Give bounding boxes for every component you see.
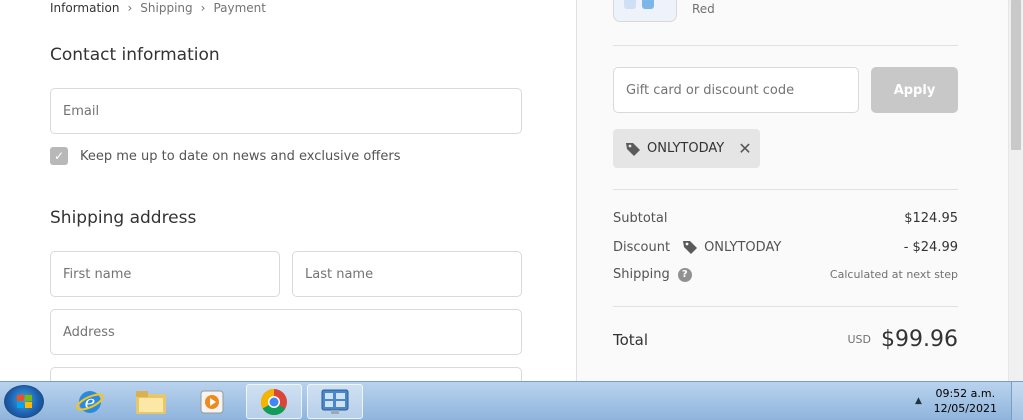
product-image-part bbox=[642, 0, 654, 9]
media-player-icon[interactable] bbox=[184, 384, 240, 419]
divider bbox=[613, 189, 958, 190]
product-variant: Red bbox=[692, 2, 715, 16]
clock[interactable]: 09:52 a.m. 12/05/2021 bbox=[934, 386, 997, 416]
product-image-part bbox=[624, 0, 636, 9]
shipping-value: Calculated at next step bbox=[829, 268, 958, 281]
discount-label: Discount bbox=[613, 239, 671, 255]
shipping-title: Shipping address bbox=[50, 208, 197, 228]
tag-icon bbox=[683, 241, 698, 254]
scrollbar-thumb[interactable] bbox=[1011, 0, 1021, 150]
triangle-up-icon[interactable]: ▲ bbox=[915, 396, 922, 406]
discount-value: - $24.99 bbox=[903, 239, 958, 255]
total-currency: USD bbox=[847, 333, 872, 346]
question-icon[interactable]: ? bbox=[677, 267, 692, 282]
shipping-row: Shipping ? Calculated at next step bbox=[613, 267, 958, 282]
email-field[interactable]: Email bbox=[50, 88, 522, 134]
applied-code-label: ONLYTODAY bbox=[647, 141, 725, 156]
apply-button[interactable]: Apply bbox=[871, 67, 958, 113]
subtotal-row: Subtotal $124.95 bbox=[613, 211, 958, 226]
breadcrumb-payment[interactable]: Payment bbox=[213, 1, 266, 15]
subtotal-value: $124.95 bbox=[904, 211, 958, 226]
divider bbox=[613, 45, 958, 46]
close-icon[interactable]: ✕ bbox=[738, 139, 751, 158]
newsletter-checkbox[interactable]: ✓ bbox=[50, 147, 68, 165]
discount-code-placeholder: Gift card or discount code bbox=[626, 82, 795, 98]
internet-explorer-icon[interactable]: e bbox=[62, 384, 118, 419]
product-thumbnail bbox=[613, 0, 677, 22]
clock-time: 09:52 a.m. bbox=[935, 387, 996, 400]
clock-date: 12/05/2021 bbox=[933, 402, 997, 415]
windows-taskbar: e ▲ 09:52 a.m. 12/05/2021 bbox=[0, 381, 1023, 420]
applied-discount-chip: ONLYTODAY ✕ bbox=[613, 129, 760, 168]
show-desktop-button[interactable] bbox=[1011, 382, 1023, 420]
last-name-field[interactable]: Last name bbox=[292, 251, 522, 297]
start-button[interactable] bbox=[4, 385, 44, 418]
newsletter-row[interactable]: ✓ Keep me up to date on news and exclusi… bbox=[50, 147, 400, 165]
discount-row: Discount ONLYTODAY - $24.99 bbox=[613, 239, 958, 255]
order-summary: Red Gift card or discount code Apply ONL… bbox=[576, 0, 1008, 381]
last-name-placeholder: Last name bbox=[305, 266, 374, 282]
chevron-right-icon: › bbox=[200, 1, 206, 15]
total-row: Total USD $99.96 bbox=[613, 327, 958, 352]
subtotal-label: Subtotal bbox=[613, 211, 668, 226]
page-scrollbar[interactable] bbox=[1008, 0, 1023, 381]
discount-code-input[interactable]: Gift card or discount code bbox=[613, 67, 859, 113]
control-panel-icon[interactable] bbox=[307, 384, 363, 419]
total-label: Total bbox=[613, 330, 649, 349]
address-placeholder: Address bbox=[63, 324, 115, 340]
breadcrumb: Information › Shipping › Payment bbox=[50, 0, 266, 16]
total-value: $99.96 bbox=[881, 327, 958, 352]
apartment-field[interactable] bbox=[50, 367, 522, 381]
discount-code-label: ONLYTODAY bbox=[704, 239, 782, 255]
system-tray: ▲ 09:52 a.m. 12/05/2021 bbox=[903, 382, 1023, 420]
discount-code-tag: ONLYTODAY bbox=[682, 239, 781, 255]
first-name-field[interactable]: First name bbox=[50, 251, 280, 297]
divider bbox=[613, 306, 958, 307]
first-name-placeholder: First name bbox=[63, 266, 132, 282]
newsletter-label: Keep me up to date on news and exclusive… bbox=[80, 148, 401, 164]
email-placeholder: Email bbox=[63, 103, 100, 119]
shipping-label: Shipping bbox=[613, 267, 670, 282]
chevron-right-icon: › bbox=[127, 1, 133, 15]
breadcrumb-shipping[interactable]: Shipping bbox=[140, 1, 192, 15]
checkout-main: Information › Shipping › Payment Contact… bbox=[0, 0, 576, 381]
chrome-icon[interactable] bbox=[246, 384, 302, 419]
tag-icon bbox=[626, 142, 640, 156]
breadcrumb-information[interactable]: Information bbox=[50, 1, 119, 15]
contact-title: Contact information bbox=[50, 45, 220, 65]
address-field[interactable]: Address bbox=[50, 309, 522, 355]
file-explorer-icon[interactable] bbox=[123, 384, 179, 419]
windows-logo-icon bbox=[17, 395, 32, 408]
